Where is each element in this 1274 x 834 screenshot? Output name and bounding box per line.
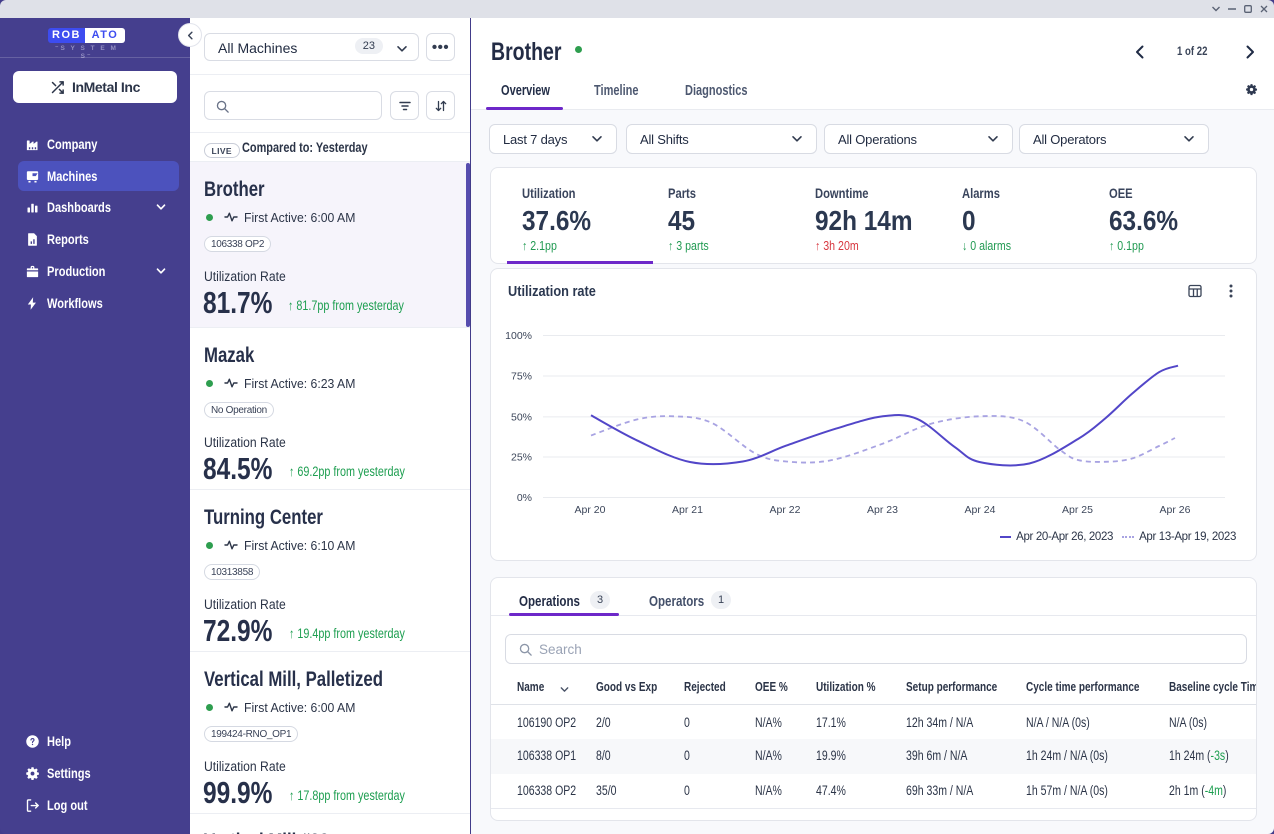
svg-text:Apr 21: Apr 21	[672, 504, 703, 516]
svg-text:Apr 24: Apr 24	[965, 504, 996, 516]
svg-text:Apr 20: Apr 20	[575, 504, 606, 516]
svg-text:Apr 22: Apr 22	[770, 504, 801, 516]
svg-text:100%: 100%	[505, 330, 532, 342]
svg-text:25%: 25%	[511, 452, 532, 464]
svg-text:Apr 25: Apr 25	[1062, 504, 1093, 516]
svg-text:Apr 26: Apr 26	[1160, 504, 1191, 516]
svg-text:Apr 23: Apr 23	[867, 504, 898, 516]
svg-text:50%: 50%	[511, 411, 532, 423]
svg-text:0%: 0%	[517, 492, 532, 504]
svg-text:75%: 75%	[511, 371, 532, 383]
